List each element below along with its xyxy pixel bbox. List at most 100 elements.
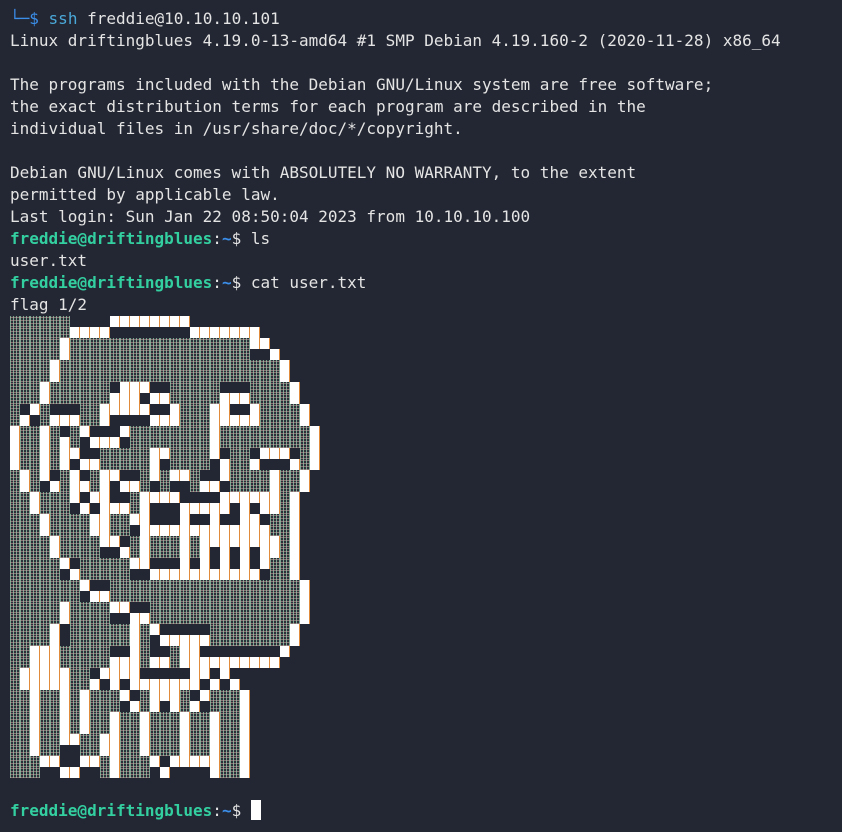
art-block-shaded — [170, 613, 180, 624]
art-block-solid — [160, 657, 170, 668]
art-block-empty — [310, 657, 320, 668]
art-block-shaded — [270, 382, 280, 393]
art-block-solid — [180, 514, 190, 525]
active-prompt-line[interactable]: freddie@driftingblues:~$ — [10, 800, 840, 822]
art-block-solid — [100, 492, 110, 503]
art-block-empty — [230, 382, 240, 393]
art-block-empty — [300, 723, 310, 734]
terminal[interactable]: └─$ ssh freddie@10.10.10.101 Linux drift… — [10, 8, 840, 822]
art-block-shaded — [160, 712, 170, 723]
art-block-shaded — [60, 646, 70, 657]
art-block-shaded — [90, 602, 100, 613]
art-block-shaded — [110, 624, 120, 635]
art-block-empty — [200, 470, 210, 481]
art-block-shaded — [300, 426, 310, 437]
art-block-solid — [210, 525, 220, 536]
art-block-solid — [30, 503, 40, 514]
art-block-shaded — [270, 525, 280, 536]
art-block-shaded — [90, 371, 100, 382]
art-block-empty — [120, 492, 130, 503]
art-block-empty — [300, 338, 310, 349]
art-block-shaded — [150, 338, 160, 349]
art-block-shaded — [240, 459, 250, 470]
art-block-solid — [170, 492, 180, 503]
art-block-shaded — [290, 404, 300, 415]
art-block-shaded — [250, 382, 260, 393]
art-row — [10, 558, 840, 569]
art-block-solid — [120, 382, 130, 393]
art-block-shaded — [150, 371, 160, 382]
art-block-shaded — [240, 591, 250, 602]
art-block-shaded — [230, 624, 240, 635]
art-block-empty — [220, 646, 230, 657]
art-block-shaded — [200, 712, 210, 723]
art-block-shaded — [30, 371, 40, 382]
art-block-solid — [210, 679, 220, 690]
art-block-empty — [90, 503, 100, 514]
prompt-user-host: freddie@driftingblues — [10, 801, 213, 820]
art-block-empty — [200, 514, 210, 525]
art-block-empty — [150, 635, 160, 646]
art-block-shaded — [50, 569, 60, 580]
art-block-shaded — [170, 547, 180, 558]
art-block-shaded — [250, 580, 260, 591]
art-block-shaded — [280, 547, 290, 558]
art-block-solid — [110, 437, 120, 448]
art-block-solid — [240, 536, 250, 547]
art-block-empty — [290, 756, 300, 767]
art-block-shaded — [20, 514, 30, 525]
art-block-empty — [230, 404, 240, 415]
art-block-shaded — [180, 437, 190, 448]
art-block-shaded — [130, 371, 140, 382]
art-block-shaded — [220, 371, 230, 382]
art-row — [10, 635, 840, 646]
art-block-empty — [300, 745, 310, 756]
art-block-empty — [180, 767, 190, 778]
art-block-shaded — [270, 415, 280, 426]
art-block-solid — [280, 448, 290, 459]
art-block-shaded — [180, 459, 190, 470]
art-block-solid — [210, 657, 220, 668]
art-block-empty — [160, 624, 170, 635]
art-block-solid — [100, 536, 110, 547]
art-block-solid — [240, 701, 250, 712]
art-block-solid — [90, 591, 100, 602]
art-block-empty — [280, 723, 290, 734]
output-line: user.txt — [10, 251, 88, 270]
art-block-solid — [10, 448, 20, 459]
art-block-empty — [270, 338, 280, 349]
art-block-shaded — [170, 426, 180, 437]
art-block-shaded — [40, 712, 50, 723]
art-block-solid — [170, 470, 180, 481]
art-block-empty — [250, 558, 260, 569]
art-block-shaded — [30, 393, 40, 404]
art-block-solid — [290, 558, 300, 569]
art-block-empty — [110, 492, 120, 503]
art-block-empty — [290, 679, 300, 690]
art-block-shaded — [10, 690, 20, 701]
art-block-shaded — [220, 349, 230, 360]
art-block-empty — [300, 734, 310, 745]
art-block-shaded — [20, 734, 30, 745]
art-block-shaded — [200, 349, 210, 360]
art-block-solid — [190, 679, 200, 690]
art-block-empty — [90, 668, 100, 679]
art-block-solid — [150, 492, 160, 503]
art-block-empty — [60, 569, 70, 580]
art-block-shaded — [140, 690, 150, 701]
art-block-shaded — [170, 338, 180, 349]
art-block-empty — [160, 646, 170, 657]
art-block-shaded — [170, 360, 180, 371]
art-block-solid — [290, 525, 300, 536]
art-block-solid — [200, 668, 210, 679]
art-block-empty — [280, 668, 290, 679]
art-block-shaded — [200, 382, 210, 393]
art-block-shaded — [100, 767, 110, 778]
art-block-shaded — [130, 767, 140, 778]
art-block-shaded — [100, 382, 110, 393]
art-block-shaded — [260, 624, 270, 635]
art-block-solid — [260, 657, 270, 668]
art-block-solid — [30, 723, 40, 734]
art-row — [10, 591, 840, 602]
